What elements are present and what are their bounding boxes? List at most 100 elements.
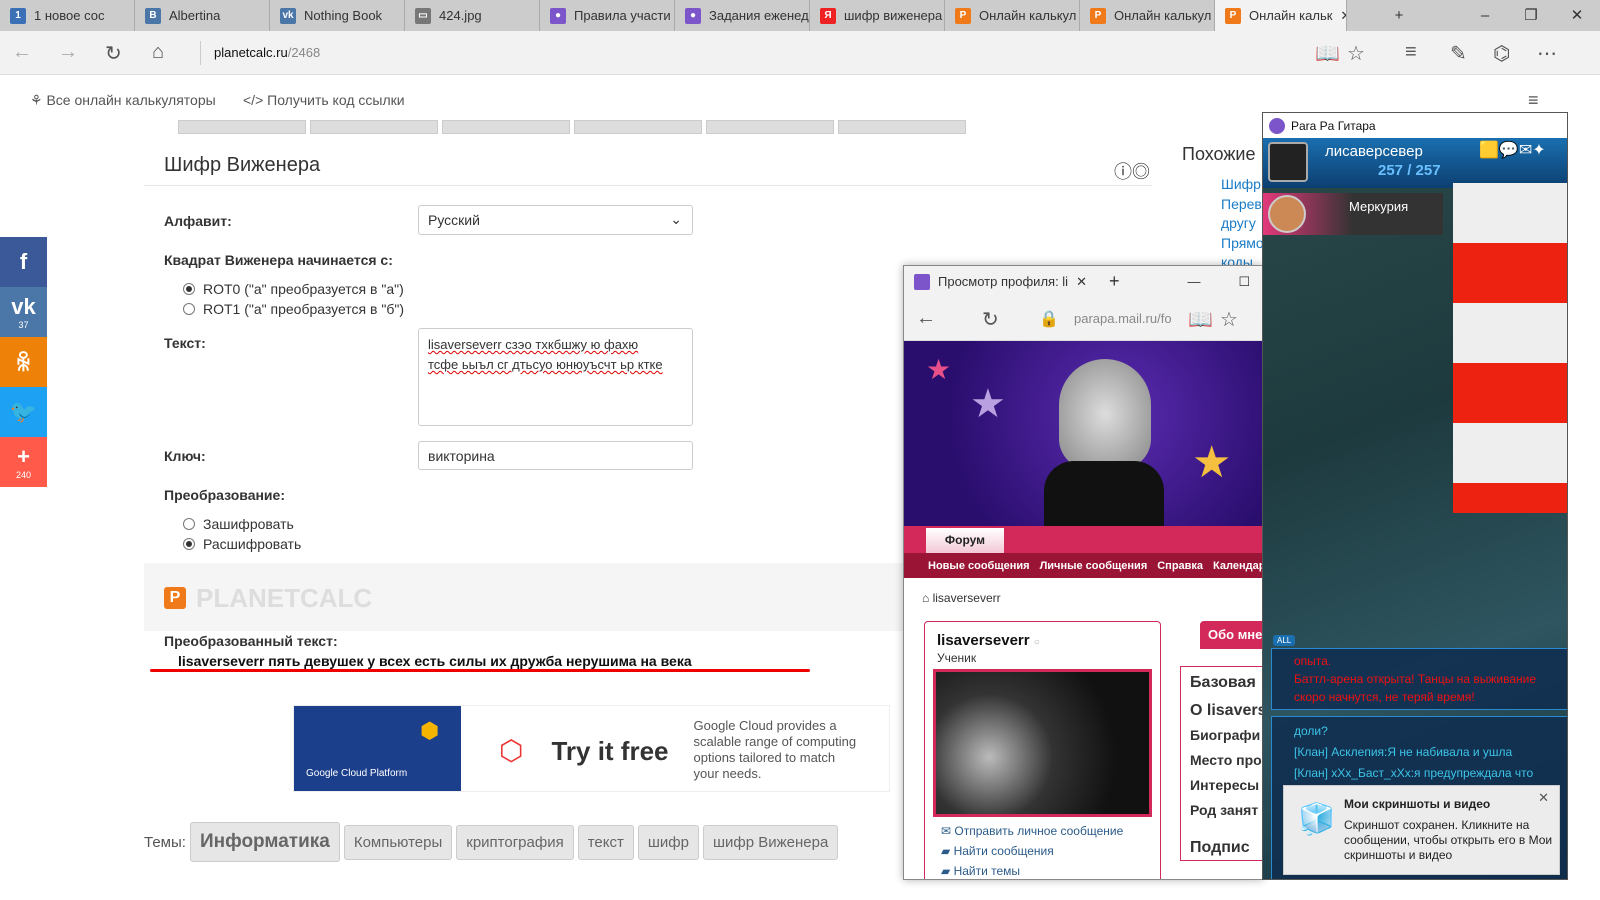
- find-topics-link[interactable]: ▰ Найти темы: [941, 861, 1144, 879]
- decrypt-radio[interactable]: Расшифровать: [183, 536, 301, 552]
- tag[interactable]: криптография: [456, 824, 574, 860]
- more-icon[interactable]: ⋯: [1537, 41, 1557, 66]
- back-button[interactable]: ←: [916, 307, 936, 330]
- browser-tab[interactable]: P Онлайн кальк ✕: [1215, 0, 1347, 31]
- share-+-button[interactable]: +240: [0, 437, 47, 487]
- browser-tab[interactable]: ▭ 424.jpg: [405, 0, 540, 31]
- reading-view-icon[interactable]: 📖: [1315, 41, 1340, 66]
- tab-favicon-icon: ▭: [415, 7, 431, 24]
- forward-button[interactable]: →: [58, 41, 78, 64]
- share-icon[interactable]: ⌬: [1493, 41, 1510, 66]
- minimize-icon[interactable]: –: [1462, 0, 1508, 31]
- home-button[interactable]: ⌂: [152, 41, 164, 64]
- info-icons[interactable]: ⓘ◎: [1114, 158, 1150, 184]
- forum-subnav-link[interactable]: Личные сообщения: [1040, 560, 1148, 572]
- player-name: лисаверсевер: [1325, 143, 1423, 160]
- tab-label: Онлайн калькул: [979, 8, 1077, 23]
- url-field[interactable]: planetcalc.ru/2468: [214, 45, 320, 60]
- menu-icon[interactable]: ≡: [1528, 90, 1539, 111]
- close-tab-icon[interactable]: ✕: [1340, 8, 1346, 24]
- browser-tab[interactable]: P Онлайн калькул: [1080, 0, 1215, 31]
- breadcrumb[interactable]: ⌂ lisaverseverr: [922, 591, 1001, 605]
- chat-tab-all[interactable]: ALL: [1273, 635, 1296, 646]
- encrypt-radio[interactable]: Зашифровать: [183, 516, 294, 532]
- browser-tab[interactable]: ● Задания еженед: [675, 0, 810, 31]
- similar-link[interactable]: другу: [1221, 215, 1256, 231]
- share-f-button[interactable]: f: [0, 237, 47, 287]
- hub-icon[interactable]: ≡: [1405, 41, 1417, 64]
- forum-tab[interactable]: Форум: [926, 528, 1004, 553]
- key-label: Ключ:: [164, 448, 206, 464]
- forum-subnav-link[interactable]: Календарь: [1213, 560, 1262, 572]
- browser-tab[interactable]: P Онлайн калькул: [945, 0, 1080, 31]
- maximize-icon[interactable]: ☐: [1239, 274, 1251, 290]
- forum-subnav-link[interactable]: Новые сообщения: [928, 560, 1030, 572]
- new-tab-icon[interactable]: +: [1376, 0, 1422, 31]
- chat-icons[interactable]: 🟨💬✉✦: [1479, 140, 1546, 160]
- reading-view-icon[interactable]: 📖: [1188, 307, 1213, 332]
- find-posts-label: Найти сообщения: [953, 844, 1054, 858]
- tag[interactable]: текст: [577, 824, 634, 860]
- share-count: 37: [18, 320, 29, 330]
- about-sections: Базовая О lisavers Биографи Место про Ин…: [1180, 666, 1262, 861]
- refresh-button[interactable]: ↻: [105, 41, 122, 66]
- rot1-label: ROT1 ("а" преобразуется в "б"): [203, 301, 404, 317]
- player-panel: лисаверсевер 257 / 257 🟨💬✉✦: [1263, 138, 1567, 188]
- close-icon[interactable]: ✕: [1538, 790, 1549, 806]
- forum-subnav-link[interactable]: Справка: [1157, 560, 1203, 572]
- game-icon: [1269, 117, 1285, 134]
- ad-cta[interactable]: Try it free: [551, 736, 668, 791]
- close-icon[interactable]: ✕: [1076, 274, 1087, 290]
- text-label: Текст:: [164, 335, 206, 351]
- web-note-icon[interactable]: ✎: [1450, 41, 1467, 66]
- tag[interactable]: Информатика: [189, 822, 340, 862]
- section-field: Место про: [1190, 752, 1262, 768]
- result-text: lisaverseverr пять девушек у всех есть с…: [178, 653, 692, 669]
- restore-icon[interactable]: ❐: [1508, 0, 1554, 31]
- all-calculators-link[interactable]: ⚘ Все онлайн калькуляторы: [30, 92, 216, 109]
- tag[interactable]: Компьютеры: [343, 824, 453, 860]
- profile-tab[interactable]: Просмотр профиля: li: [938, 274, 1068, 289]
- tag[interactable]: шифр Виженера: [702, 824, 839, 860]
- get-link-code-link[interactable]: </> Получить код ссылки: [243, 92, 405, 108]
- minimize-icon[interactable]: —: [1188, 274, 1201, 289]
- back-button[interactable]: ←: [12, 41, 32, 64]
- browser-tab[interactable]: В Albertina: [135, 0, 270, 31]
- key-input[interactable]: викторина: [418, 441, 693, 470]
- alphabet-select[interactable]: Русский ⌄: [418, 205, 693, 235]
- similar-link[interactable]: Прямо: [1221, 235, 1264, 251]
- share-vk-button[interactable]: vk 37: [0, 287, 47, 337]
- send-pm-label: Отправить личное сообщение: [954, 824, 1124, 838]
- refresh-button[interactable]: ↻: [982, 307, 999, 332]
- chat-message: [Клан] xXx_Баст_xXx:я предупреждала что: [1294, 766, 1534, 780]
- similar-link[interactable]: Шифр: [1221, 176, 1261, 192]
- tw-icon: 🐦: [9, 399, 38, 424]
- system-chat: опыта. Баттл-арена открыта! Танцы на выж…: [1271, 648, 1567, 710]
- screenshot-notification[interactable]: 🧊 ✕ Мои скриншоты и видео Скриншот сохра…: [1283, 785, 1560, 875]
- share-tw-button[interactable]: 🐦: [0, 387, 47, 437]
- browser-tab[interactable]: ● Правила участи: [540, 0, 675, 31]
- browser-tab[interactable]: vk Nothing Book: [270, 0, 405, 31]
- send-pm-link[interactable]: ✉ Отправить личное сообщение: [941, 821, 1144, 841]
- partner-avatar: [1268, 195, 1306, 233]
- about-tab[interactable]: Обо мне: [1200, 621, 1262, 649]
- text-input[interactable]: lisaverseverr сзэо тхкбшжу ю фахю тсфе ьы…: [418, 328, 693, 426]
- similar-link[interactable]: Перев: [1221, 196, 1262, 212]
- browser-tab[interactable]: Яшифр виженера: [810, 0, 945, 31]
- rot1-radio[interactable]: ROT1 ("а" преобразуется в "б"): [183, 301, 404, 317]
- favorite-star-icon[interactable]: ☆: [1220, 307, 1238, 332]
- ad-banner[interactable]: ⬢ Google Cloud Platform ⬡ Try it free Go…: [293, 705, 890, 792]
- astronaut-avatar: [1059, 359, 1151, 469]
- profile-url[interactable]: parapa.mail.ru/fo: [1074, 311, 1172, 326]
- ad-logo-text: Google Cloud Platform: [306, 768, 408, 779]
- red-underline: [150, 669, 810, 672]
- close-window-icon[interactable]: ✕: [1554, 0, 1600, 31]
- browser-tab[interactable]: 1 1 новое сос: [0, 0, 135, 31]
- favorite-star-icon[interactable]: ☆: [1347, 41, 1365, 66]
- share-ok-button[interactable]: ꆜ: [0, 337, 47, 387]
- tag[interactable]: шифр: [637, 824, 699, 860]
- new-tab-icon[interactable]: +: [1109, 271, 1120, 292]
- section-field: Интересы: [1190, 777, 1260, 793]
- rot0-radio[interactable]: ROT0 ("а" преобразуется в "а"): [183, 281, 404, 297]
- find-posts-link[interactable]: ▰ Найти сообщения: [941, 841, 1144, 861]
